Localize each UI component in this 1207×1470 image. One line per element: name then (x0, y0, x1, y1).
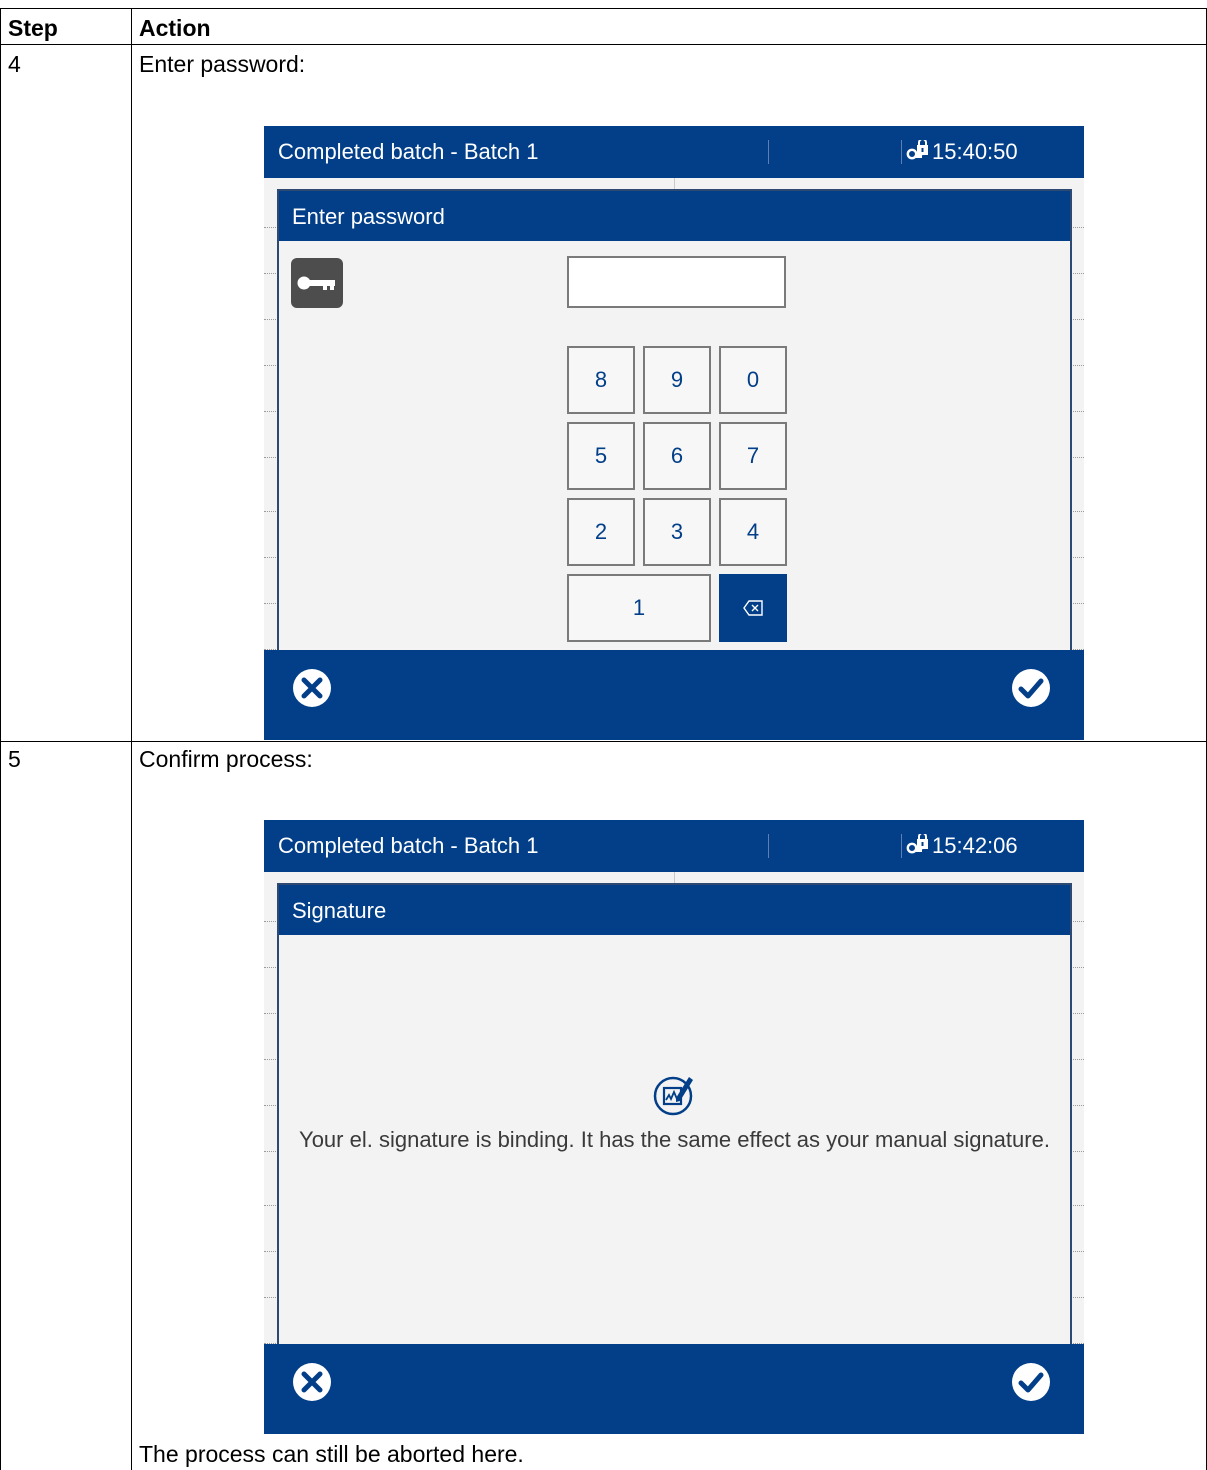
keypad-key-8[interactable]: 8 (567, 346, 635, 414)
backspace-icon (743, 600, 763, 616)
keypad-key-0[interactable]: 0 (719, 346, 787, 414)
keypad-key-3[interactable]: 3 (643, 498, 711, 566)
table-header-divider (0, 44, 1207, 45)
top-bar-separator (901, 140, 902, 164)
keypad-key-1[interactable]: 1 (567, 574, 711, 642)
row-note-text: The process can still be aborted here. (139, 1441, 524, 1467)
dialog-header: Enter password (279, 191, 1070, 241)
screen-title: Completed batch - Batch 1 (278, 139, 539, 164)
table-row-divider (0, 741, 1207, 742)
table-border-left (0, 8, 1, 1470)
signature-dialog: Signature Your el. signature is binding.… (277, 883, 1072, 1345)
row-action-text: Confirm process: (139, 746, 313, 772)
table-column-divider (131, 8, 132, 1470)
keypad-key-9[interactable]: 9 (643, 346, 711, 414)
lock-key-icon (906, 140, 928, 160)
top-bar-separator (901, 834, 902, 858)
clock-time: 15:42:06 (932, 833, 1018, 858)
close-circle-icon[interactable] (291, 1361, 333, 1403)
screen-title: Completed batch - Batch 1 (278, 833, 539, 858)
bottom-action-bar (264, 1344, 1084, 1434)
clock-time: 15:40:50 (932, 139, 1018, 164)
dialog-title: Signature (292, 898, 387, 923)
keypad-key-6[interactable]: 6 (643, 422, 711, 490)
lock-key-icon (906, 834, 928, 854)
key-icon (291, 258, 343, 308)
table-border-top (0, 8, 1207, 9)
device-screen-signature: Completed batch - Batch 1 15:42:06 Signa… (264, 820, 1084, 1434)
backspace-button[interactable] (719, 574, 787, 642)
key-icon-graphic (297, 276, 335, 290)
row-step-number: 4 (8, 51, 21, 77)
top-bar-separator (768, 834, 769, 858)
password-dialog: Enter password 8 9 0 5 6 7 2 3 4 1 (277, 189, 1072, 651)
password-input[interactable] (567, 256, 786, 308)
keypad-key-7[interactable]: 7 (719, 422, 787, 490)
checkmark-circle-icon[interactable] (1010, 1361, 1052, 1403)
checkmark-circle-icon[interactable] (1010, 667, 1052, 709)
keypad-key-4[interactable]: 4 (719, 498, 787, 566)
signature-message: Your el. signature is binding. It has th… (299, 1127, 1050, 1152)
row-action-text: Enter password: (139, 51, 306, 77)
table-header-action: Action (139, 15, 211, 41)
table-header-step: Step (8, 15, 58, 41)
top-bar: Completed batch - Batch 1 15:40:50 (264, 126, 1084, 178)
top-bar-separator (768, 140, 769, 164)
signature-icon (653, 1076, 693, 1116)
close-circle-icon[interactable] (291, 667, 333, 709)
bottom-action-bar (264, 650, 1084, 740)
keypad-key-5[interactable]: 5 (567, 422, 635, 490)
row-step-number: 5 (8, 746, 21, 772)
device-screen-password: Completed batch - Batch 1 15:40:50 Enter… (264, 126, 1084, 740)
top-bar: Completed batch - Batch 1 15:42:06 (264, 820, 1084, 872)
dialog-header: Signature (279, 885, 1070, 935)
keypad-key-2[interactable]: 2 (567, 498, 635, 566)
dialog-title: Enter password (292, 204, 445, 229)
